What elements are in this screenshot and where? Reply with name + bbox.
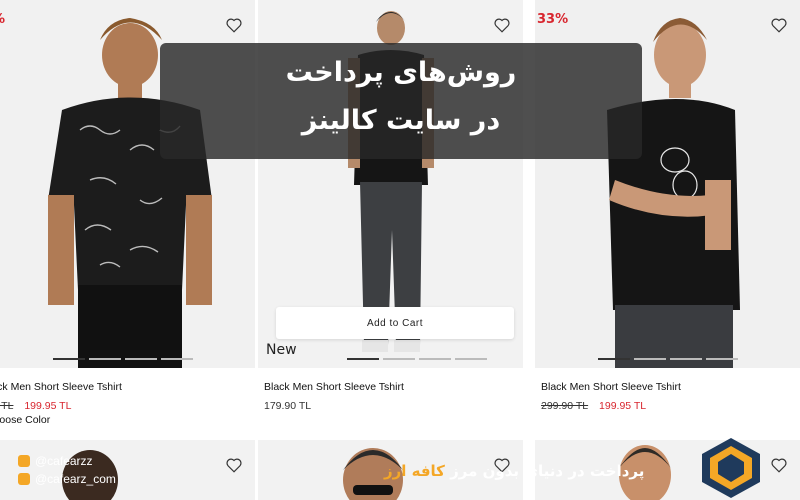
slogan-text: پرداخت در دنیای بدون مرز [450, 462, 645, 480]
telegram-handle-text: @cafearzz [35, 454, 93, 468]
new-badge: New [266, 342, 297, 358]
instagram-handle-text: @cafearz_com [35, 472, 116, 486]
telegram-handle: @cafearzz [18, 452, 116, 470]
discount-badge: % [0, 12, 5, 27]
heart-icon[interactable] [770, 456, 788, 474]
price-row: 299.90 TL 199.95 TL [541, 400, 646, 412]
telegram-icon [18, 455, 30, 467]
image-carousel-indicator[interactable] [597, 358, 738, 360]
product-title[interactable]: Black Men Short Sleeve Tshirt [0, 381, 122, 393]
old-price: 9.90 TL [0, 400, 14, 412]
product-title[interactable]: Black Men Short Sleeve Tshirt [541, 381, 681, 393]
overlay-title-line1: روش‌های پرداخت [285, 57, 517, 88]
price: 179.90 TL [264, 400, 312, 412]
brand-logo-icon [702, 438, 760, 498]
instagram-handle: @cafearz_com [18, 470, 116, 488]
heart-icon[interactable] [493, 16, 511, 34]
social-handles: @cafearzz @cafearz_com [18, 452, 116, 488]
brand-name: کافه ارز [384, 462, 445, 480]
price-row: 179.90 TL [264, 400, 311, 412]
choose-color-link[interactable]: Choose Color [0, 414, 50, 426]
old-price: 299.90 TL [541, 400, 589, 412]
sale-price: 199.95 TL [24, 400, 72, 412]
heart-icon[interactable] [225, 16, 243, 34]
heart-icon[interactable] [770, 16, 788, 34]
heart-icon[interactable] [225, 456, 243, 474]
add-to-cart-button[interactable]: Add to Cart [276, 307, 514, 339]
watermark-slogan: پرداخت در دنیای بدون مرز کافه ارز [380, 462, 644, 480]
overlay-title-line2: در سایت کالینز [301, 105, 501, 136]
discount-badge: 33% [537, 12, 569, 27]
product-title[interactable]: Black Men Short Sleeve Tshirt [264, 381, 404, 393]
image-carousel-indicator[interactable] [347, 358, 487, 360]
sale-price: 199.95 TL [599, 400, 647, 412]
title-overlay: روش‌های پرداخت در سایت کالینز [160, 43, 642, 159]
price-row: 9.90 TL 199.95 TL [0, 400, 71, 412]
instagram-icon [18, 473, 30, 485]
image-carousel-indicator[interactable] [52, 358, 193, 360]
